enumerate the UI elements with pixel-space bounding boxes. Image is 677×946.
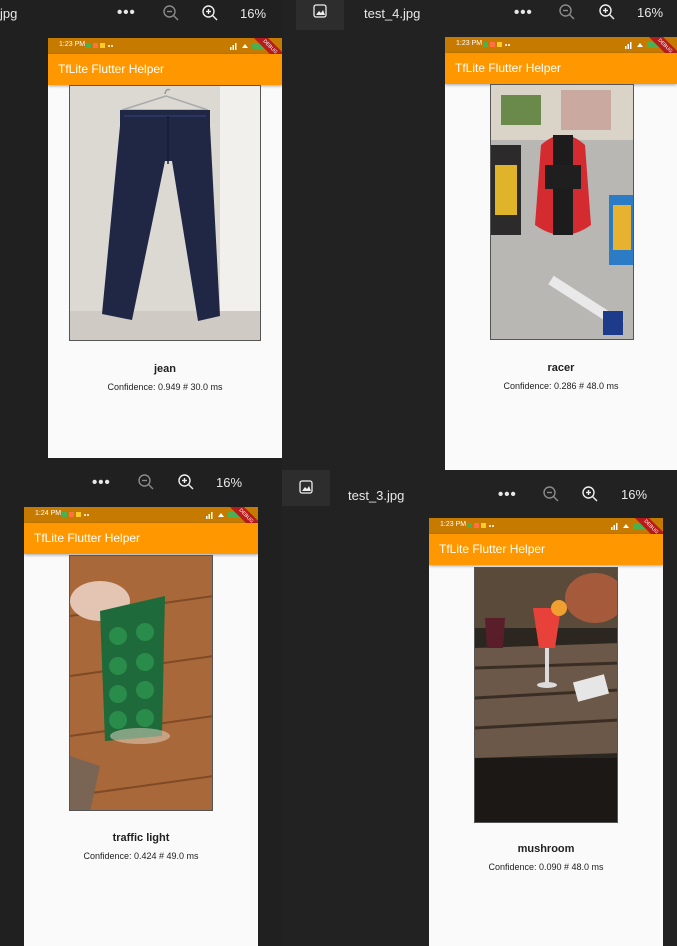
viewer-toolbar: ••• 16% [0,458,282,491]
image-viewer-4: test_3.jpg ••• 16% 1:23 PM DEBUG TfLite … [282,470,677,946]
confidence-text: Confidence: 0.424 # 49.0 ms [83,851,199,861]
viewer-toolbar: jpg ••• 16% [0,0,282,28]
status-time: 1:24 PM [35,510,62,517]
zoom-out-icon[interactable] [162,4,180,22]
viewer-toolbar: test_3.jpg ••• 16% [282,470,677,503]
app-bar: TfLite Flutter Helper [48,54,282,85]
zoom-level: 16% [240,6,267,21]
zoom-out-icon[interactable] [137,473,155,491]
more-options-icon[interactable]: ••• [498,486,517,504]
app-title: TfLite Flutter Helper [455,61,562,75]
input-photo [490,84,634,340]
notification-icons [467,523,494,528]
input-photo [69,85,261,341]
cocktail-photo [475,568,617,822]
image-viewer-1: jpg ••• 16% 1:23 PM DEBUG TfLite Flutter… [0,0,282,458]
status-time: 1:23 PM [59,41,86,48]
status-bar: 1:23 PM [445,37,677,53]
more-options-icon[interactable]: ••• [514,4,533,22]
app-title: TfLite Flutter Helper [439,542,546,556]
phone-screenshot: 1:23 PM DEBUG TfLite Flutter Helper [445,37,677,470]
more-options-icon[interactable]: ••• [117,4,136,22]
app-bar: TfLite Flutter Helper [429,534,663,565]
phone-screenshot: 1:23 PM DEBUG TfLite Flutter Helper jean… [48,38,282,458]
confidence-text: Confidence: 0.949 # 30.0 ms [107,382,223,392]
notification-icons [86,43,113,48]
zoom-level: 16% [637,5,664,20]
prediction-label: mushroom [517,843,575,855]
file-name: test_4.jpg [364,6,421,21]
status-time: 1:23 PM [456,40,483,47]
app-title: TfLite Flutter Helper [34,531,141,545]
zoom-level: 16% [216,475,243,490]
file-name: test_3.jpg [348,488,405,503]
zoom-out-icon[interactable] [558,3,576,21]
viewer-toolbar: test_4.jpg ••• 16% [282,0,677,28]
input-photo [474,567,618,823]
notification-icons [62,512,89,517]
status-bar: 1:24 PM [24,507,258,523]
input-photo [69,555,213,811]
image-viewer-3: ••• 16% 1:24 PM DEBUG TfLite Flutter Hel… [0,458,282,946]
zoom-in-icon[interactable] [598,3,616,21]
app-title: TfLite Flutter Helper [58,62,165,76]
phone-screenshot: 1:24 PM DEBUG TfLite Flutter Helper traf… [24,507,258,946]
zoom-in-icon[interactable] [201,4,219,22]
phone-screenshot: 1:23 PM DEBUG TfLite Flutter Helper [429,518,663,946]
zoom-in-icon[interactable] [177,473,195,491]
more-options-icon[interactable]: ••• [92,474,111,492]
pill-blister-photo [70,556,212,810]
status-bar: 1:23 PM [429,518,663,534]
zoom-level: 16% [621,487,648,502]
prediction-label: racer [547,362,575,374]
zoom-out-icon[interactable] [542,485,560,503]
prediction-label: jean [153,363,176,375]
app-bar: TfLite Flutter Helper [24,523,258,554]
confidence-text: Confidence: 0.286 # 48.0 ms [503,381,619,391]
status-time: 1:23 PM [440,521,467,528]
toy-car-photo [491,85,633,339]
image-viewer-2: test_4.jpg ••• 16% 1:23 PM DEBUG TfLite … [282,0,677,470]
jeans-photo [70,86,260,340]
prediction-label: traffic light [112,832,170,844]
zoom-in-icon[interactable] [581,485,599,503]
notification-icons [483,42,510,47]
app-bar: TfLite Flutter Helper [445,53,677,84]
status-bar: 1:23 PM [48,38,282,54]
file-name: jpg [0,6,18,21]
confidence-text: Confidence: 0.090 # 48.0 ms [488,862,604,872]
